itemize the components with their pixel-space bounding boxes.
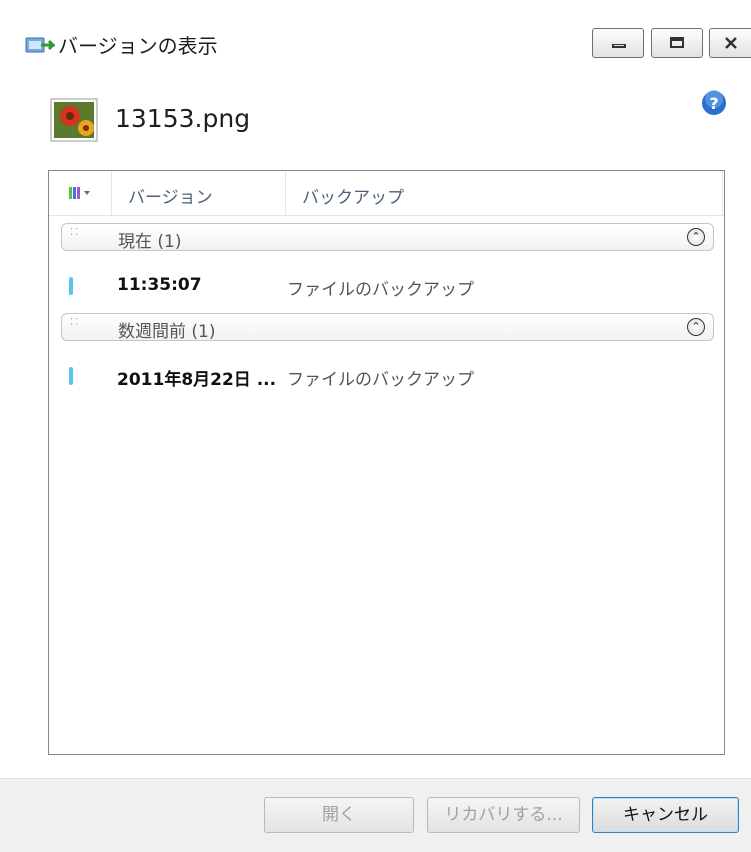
backup-app-icon bbox=[25, 37, 55, 53]
column-picker-icon[interactable] bbox=[67, 185, 101, 201]
help-icon[interactable]: ? bbox=[700, 89, 728, 117]
list-item[interactable]: 2011年8月22日 ... ファイルのバックアップ bbox=[49, 357, 724, 397]
backup-type: ファイルのバックアップ bbox=[287, 370, 474, 390]
close-icon bbox=[725, 37, 737, 49]
svg-text:?: ? bbox=[709, 94, 718, 113]
close-button[interactable] bbox=[709, 28, 751, 58]
title-bar[interactable]: バージョンの表示 bbox=[0, 0, 751, 86]
column-separator[interactable] bbox=[285, 171, 286, 215]
collapse-icon[interactable]: ⌃ bbox=[687, 318, 705, 336]
file-name: 13153.png bbox=[115, 104, 251, 133]
list-header: バージョン バックアップ bbox=[49, 171, 724, 216]
version-time: 2011年8月22日 ... bbox=[117, 370, 277, 390]
group-grip-icon: ⁚⁚ bbox=[70, 227, 81, 238]
version-dialog: バージョンの表示 13153.png ? バージョン バックアップ ⁚⁚ 現在 … bbox=[0, 0, 751, 852]
list-item[interactable]: 11:35:07 ファイルのバックアップ bbox=[49, 267, 724, 307]
column-header-backup[interactable]: バックアップ bbox=[302, 183, 404, 208]
group-label: 現在 (1) bbox=[118, 232, 182, 252]
image-file-icon bbox=[50, 98, 98, 142]
minimize-button[interactable] bbox=[592, 28, 644, 58]
column-header-version[interactable]: バージョン bbox=[128, 183, 213, 208]
group-grip-icon: ⁚⁚ bbox=[70, 317, 81, 328]
open-button[interactable]: 開く bbox=[264, 797, 414, 833]
group-header-weeks-ago[interactable]: ⁚⁚ 数週間前 (1) ⌃ bbox=[61, 313, 714, 342]
button-bar: 開く リカバリする... キャンセル bbox=[0, 778, 751, 852]
version-marker-icon bbox=[69, 367, 73, 385]
column-separator[interactable] bbox=[722, 171, 723, 215]
version-time: 11:35:07 bbox=[117, 275, 202, 295]
collapse-icon[interactable]: ⌃ bbox=[687, 228, 705, 246]
group-header-current[interactable]: ⁚⁚ 現在 (1) ⌃ bbox=[61, 223, 714, 252]
maximize-button[interactable] bbox=[651, 28, 703, 58]
group-label: 数週間前 (1) bbox=[118, 322, 216, 342]
column-separator[interactable] bbox=[111, 171, 112, 215]
window-title: バージョンの表示 bbox=[58, 34, 218, 58]
version-list[interactable]: バージョン バックアップ ⁚⁚ 現在 (1) ⌃ 11:35:07 ファイルのバ… bbox=[48, 170, 725, 755]
recover-button[interactable]: リカバリする... bbox=[427, 797, 580, 833]
cancel-button[interactable]: キャンセル bbox=[592, 797, 739, 833]
backup-type: ファイルのバックアップ bbox=[287, 280, 474, 300]
version-marker-icon bbox=[69, 277, 73, 295]
